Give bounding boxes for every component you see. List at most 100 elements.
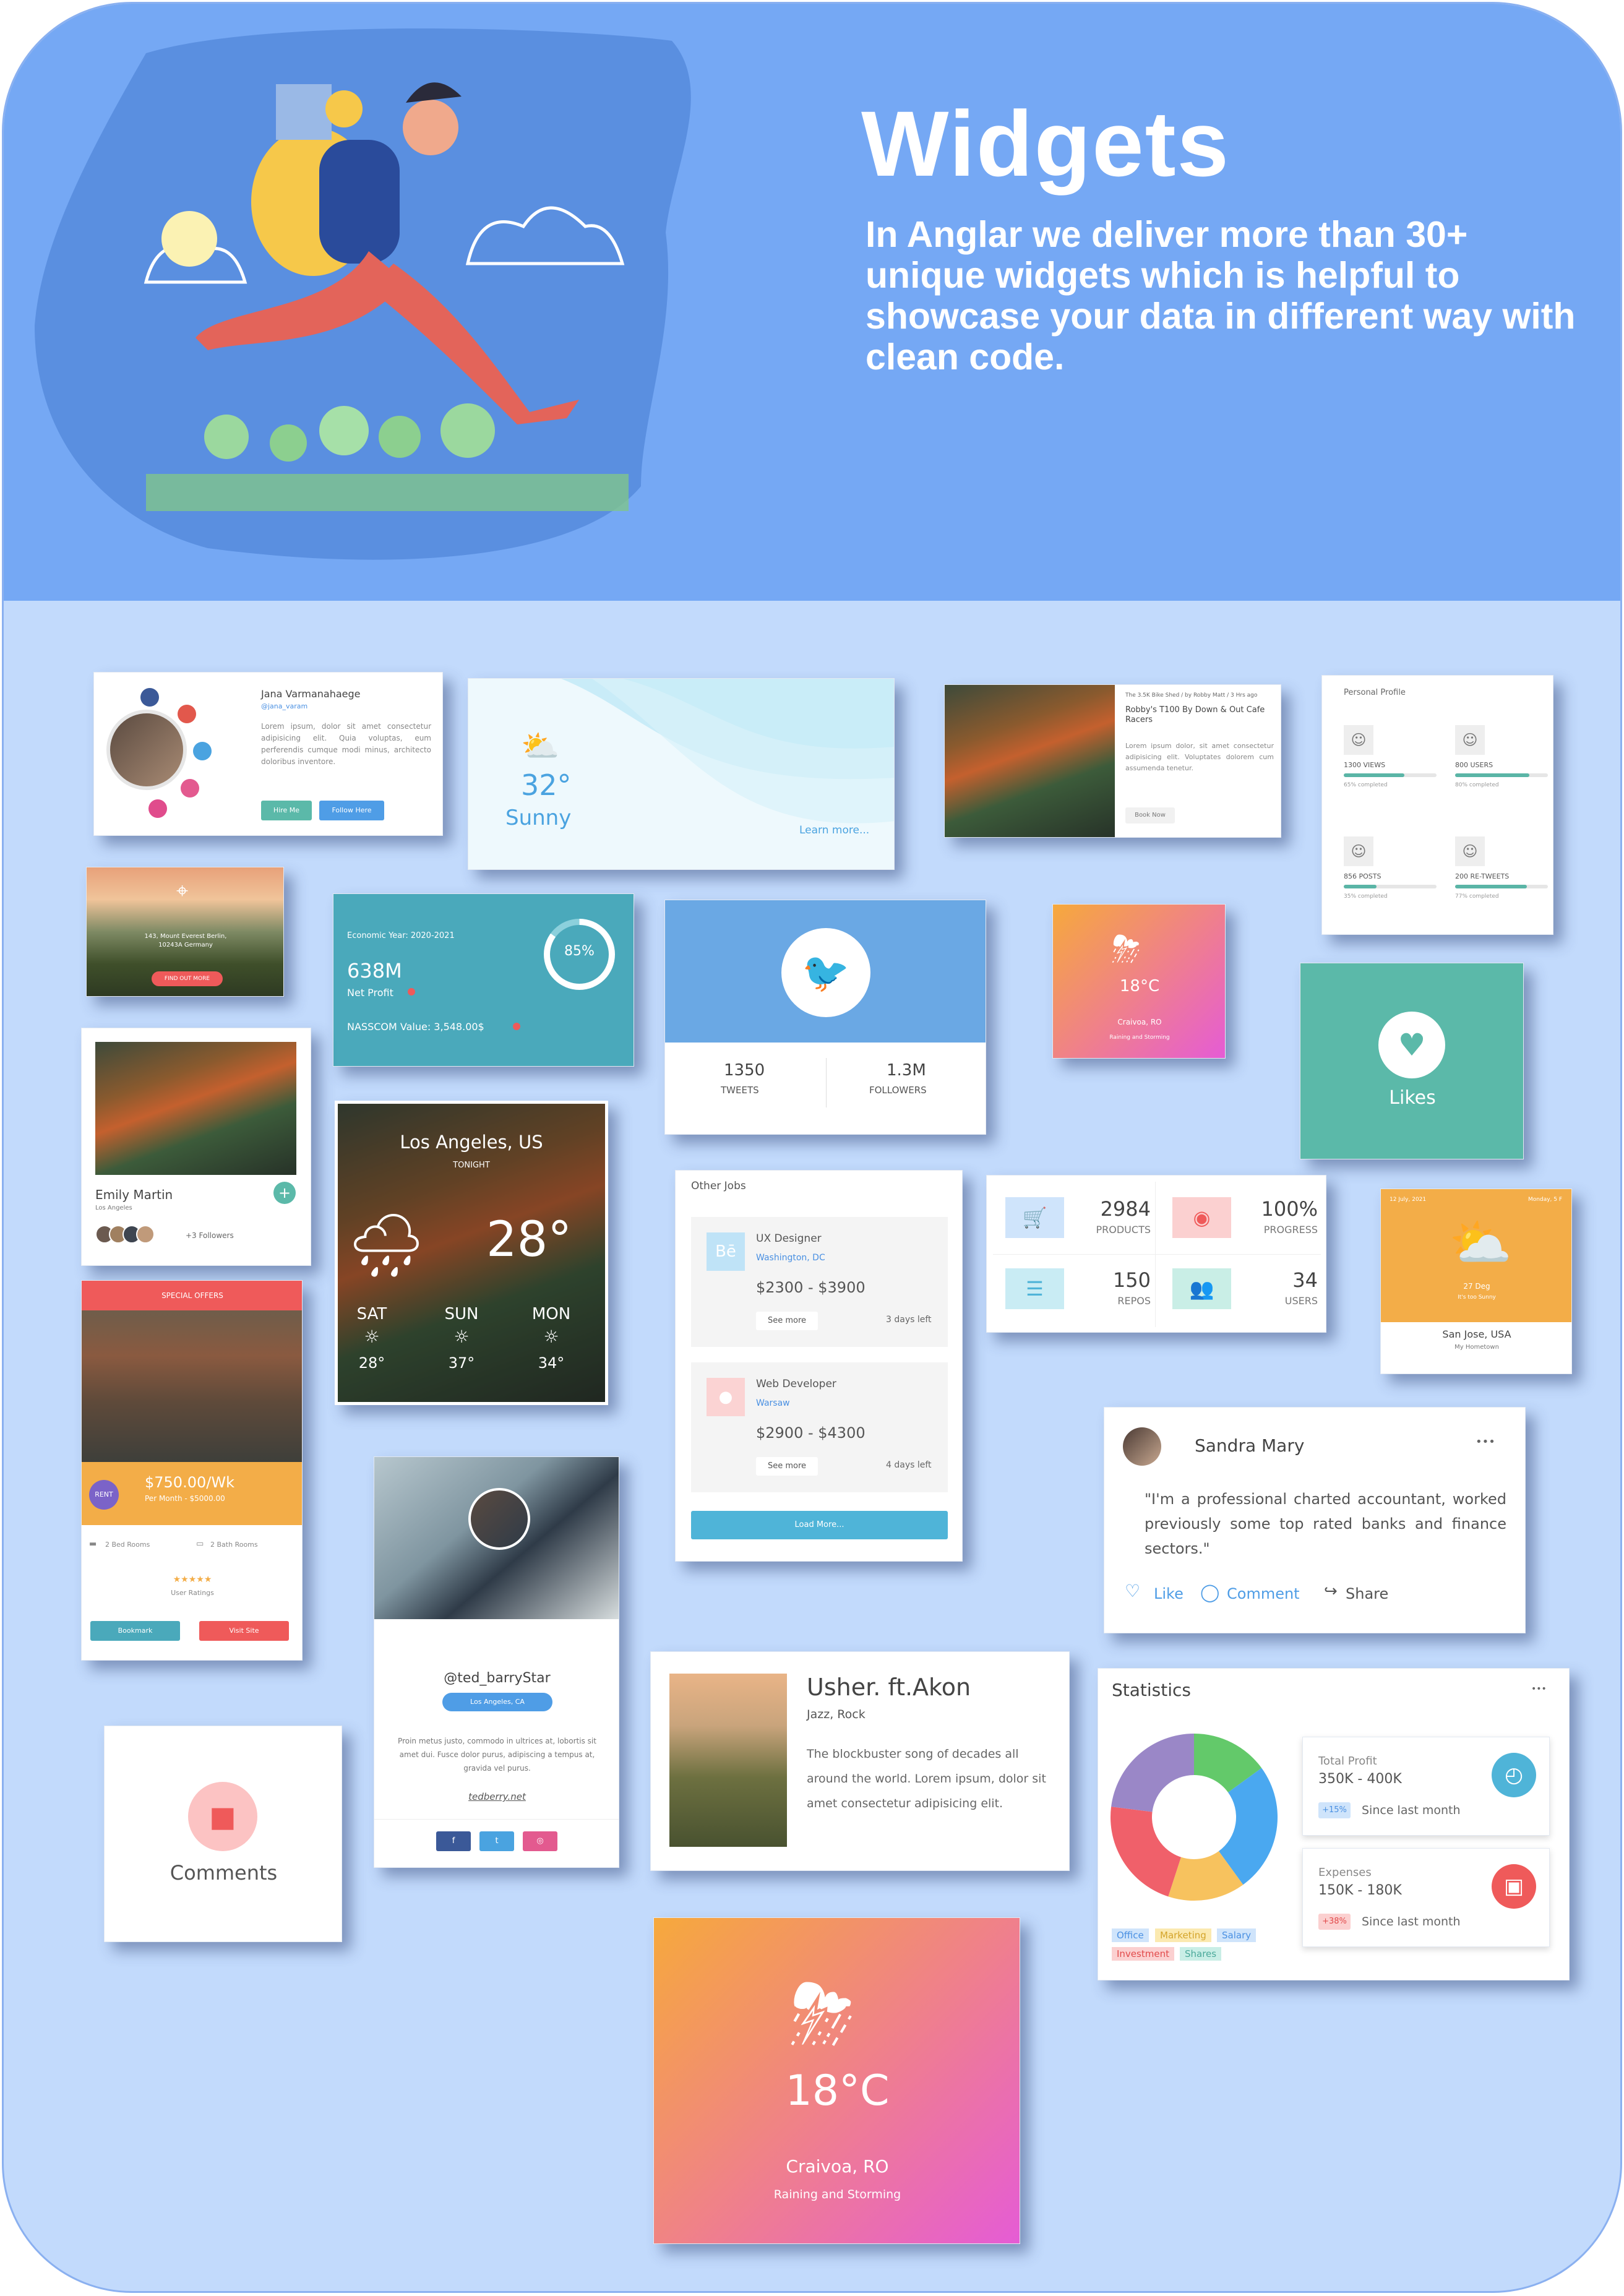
la-temp: 28° (486, 1212, 572, 1268)
see-more-button[interactable]: See more (756, 1312, 818, 1330)
blog-image (945, 685, 1115, 837)
add-follow-button[interactable]: + (273, 1182, 296, 1204)
instagram-icon[interactable] (181, 779, 199, 798)
profile-handle[interactable]: @jana_varam (261, 702, 307, 710)
stat-label: PRODUCTS (1096, 1224, 1151, 1236)
more-options-icon[interactable]: ••• (1476, 1435, 1495, 1448)
location-widget: ⌖ 143, Mount Everest Berlin, 10243A Germ… (86, 867, 284, 997)
see-more-button[interactable]: See more (756, 1457, 818, 1476)
stat-progress-bar (1455, 885, 1548, 888)
ted-location-badge: Los Angeles, CA (442, 1693, 552, 1711)
profit-range: 350K - 400K (1318, 1771, 1402, 1787)
map-pin-icon: ⌖ (176, 879, 189, 903)
job-days-left: 3 days left (886, 1315, 932, 1325)
comment-button[interactable]: Comment (1227, 1585, 1300, 1602)
page-title: Widgets (861, 92, 1230, 196)
forecast-day: MON (531, 1305, 571, 1323)
statistics-more-icon[interactable]: ••• (1531, 1684, 1547, 1694)
facebook-icon[interactable] (140, 688, 159, 707)
sandra-avatar (1123, 1427, 1161, 1466)
book-now-button[interactable]: Book Now (1125, 807, 1175, 823)
comments-label: Comments (170, 1861, 278, 1885)
ted-instagram-button[interactable]: ◎ (523, 1831, 557, 1851)
san-jose-widget: 12 July, 2021 Monday, 5 F ⛅ 27 Deg It's … (1380, 1189, 1572, 1374)
san-jose-day: Monday, 5 F (1528, 1197, 1563, 1203)
net-profit-indicator (408, 988, 415, 995)
job-range: $2300 - $3900 (756, 1279, 866, 1296)
offer-price: $750.00/Wk (145, 1474, 234, 1491)
twitter-bird-icon[interactable]: 🐦 (781, 928, 870, 1017)
nasscom-indicator (513, 1023, 520, 1030)
total-profit-card: Total Profit 350K - 400K +15% Since last… (1302, 1737, 1550, 1836)
rent-badge: RENT (89, 1480, 119, 1510)
profile-widget: Jana Varmanahaege @jana_varam Lorem ipsu… (93, 672, 443, 836)
ted-handle: @ted_barryStar (444, 1670, 551, 1686)
stat-sub: 35% completed (1344, 893, 1388, 900)
follow-button[interactable]: Follow Here (319, 801, 384, 820)
heart-outline-icon[interactable]: ♡ (1125, 1581, 1140, 1601)
rating-stars: ★★★★★ (173, 1575, 212, 1584)
pinterest-icon[interactable] (148, 799, 167, 818)
expenses-since: Since last month (1362, 1915, 1461, 1928)
github-icon: ◉ (1172, 1197, 1231, 1238)
find-out-more-button[interactable]: FIND OUT MORE (152, 971, 223, 986)
stat-progress-bar (1344, 773, 1437, 777)
smiley-icon: ☺ (1344, 836, 1373, 866)
bookmark-button[interactable]: Bookmark (90, 1621, 180, 1641)
sandra-post-widget: Sandra Mary ••• "I'm a professional char… (1104, 1407, 1526, 1633)
job-range: $2900 - $4300 (756, 1424, 866, 1442)
expenses-range: 150K - 180K (1318, 1883, 1402, 1898)
share-button[interactable]: Share (1346, 1585, 1388, 1602)
ted-site-link[interactable]: tedberry.net (374, 1791, 619, 1802)
usher-genre: Jazz, Rock (807, 1708, 866, 1721)
stat-value: 34 (1292, 1268, 1318, 1292)
offer-image (82, 1310, 302, 1462)
tweets-label: TWEETS (721, 1085, 759, 1096)
emily-card-widget: Emily Martin Los Angeles + +3 Followers (81, 1028, 311, 1266)
twitter-widget: 🐦 1350 TWEETS 1.3M FOLLOWERS (664, 900, 986, 1135)
share-icon[interactable]: ↪ (1324, 1582, 1338, 1601)
san-jose-home: My Hometown (1454, 1344, 1499, 1351)
cart-icon: 🛒 (1005, 1197, 1064, 1238)
legend-tag: Office (1112, 1928, 1149, 1942)
blog-title: Robby's T100 By Down & Out Cafe Racers (1125, 705, 1265, 724)
learn-more-link[interactable]: Learn more... (799, 824, 869, 836)
expenses-card: Expenses 150K - 180K +38% Since last mon… (1302, 1848, 1550, 1947)
sandra-quote: "I'm a professional charted accountant, … (1145, 1490, 1506, 1557)
bath-icon: ▭ (196, 1539, 204, 1549)
ted-twitter-button[interactable]: t (479, 1831, 514, 1851)
hire-me-button[interactable]: Hire Me (261, 801, 312, 820)
other-jobs-widget: Other Jobs Bē UX Designer Washington, DC $2… (675, 1170, 963, 1562)
offer-rating: User Ratings (171, 1589, 214, 1597)
sandra-name: Sandra Mary (1195, 1435, 1305, 1456)
profile-bio: Lorem ipsum, dolor sit amet consectetur … (261, 722, 431, 766)
load-more-button[interactable]: Load More... (691, 1511, 948, 1539)
like-button[interactable]: Like (1154, 1585, 1184, 1602)
forecast-day: SAT (356, 1305, 387, 1323)
stat-label: USERS (1284, 1295, 1318, 1307)
usher-title: Usher. ft.Akon (807, 1674, 971, 1701)
ted-facebook-button[interactable]: f (436, 1831, 471, 1851)
storm-icon: ⛈ (1112, 928, 1141, 970)
users-icon: 👥 (1172, 1268, 1231, 1309)
google-icon[interactable] (178, 705, 196, 723)
tweets-count: 1350 (724, 1061, 765, 1080)
heart-icon[interactable]: ♥ (1378, 1012, 1445, 1078)
job-role: UX Designer (756, 1232, 822, 1245)
comment-icon[interactable]: ◯ (1200, 1582, 1219, 1602)
nasscom-value: NASSCOM Value: 3,548.00$ (347, 1021, 484, 1033)
weather-big-city: Craivoa, RO (786, 2156, 889, 2177)
economic-year: Economic Year: 2020-2021 (347, 931, 455, 940)
usher-body: The blockbuster song of decades all arou… (807, 1747, 1046, 1810)
forecast-sun-icon: ☼ (453, 1326, 470, 1347)
hero-illustration (35, 28, 691, 560)
expenses-label: Expenses (1318, 1866, 1372, 1879)
money-icon: ▣ (1492, 1864, 1536, 1909)
twitter-icon[interactable] (193, 742, 212, 760)
likes-label: Likes (1389, 1087, 1436, 1109)
statistics-widget: Statistics ••• Office Marketing Salary Inve… (1098, 1668, 1570, 1980)
weather-small-city: Craivoa, RO (1117, 1018, 1162, 1026)
ted-divider (374, 1819, 619, 1820)
comment-bubble-icon[interactable]: ■ (188, 1782, 257, 1851)
visit-site-button[interactable]: Visit Site (199, 1621, 289, 1641)
